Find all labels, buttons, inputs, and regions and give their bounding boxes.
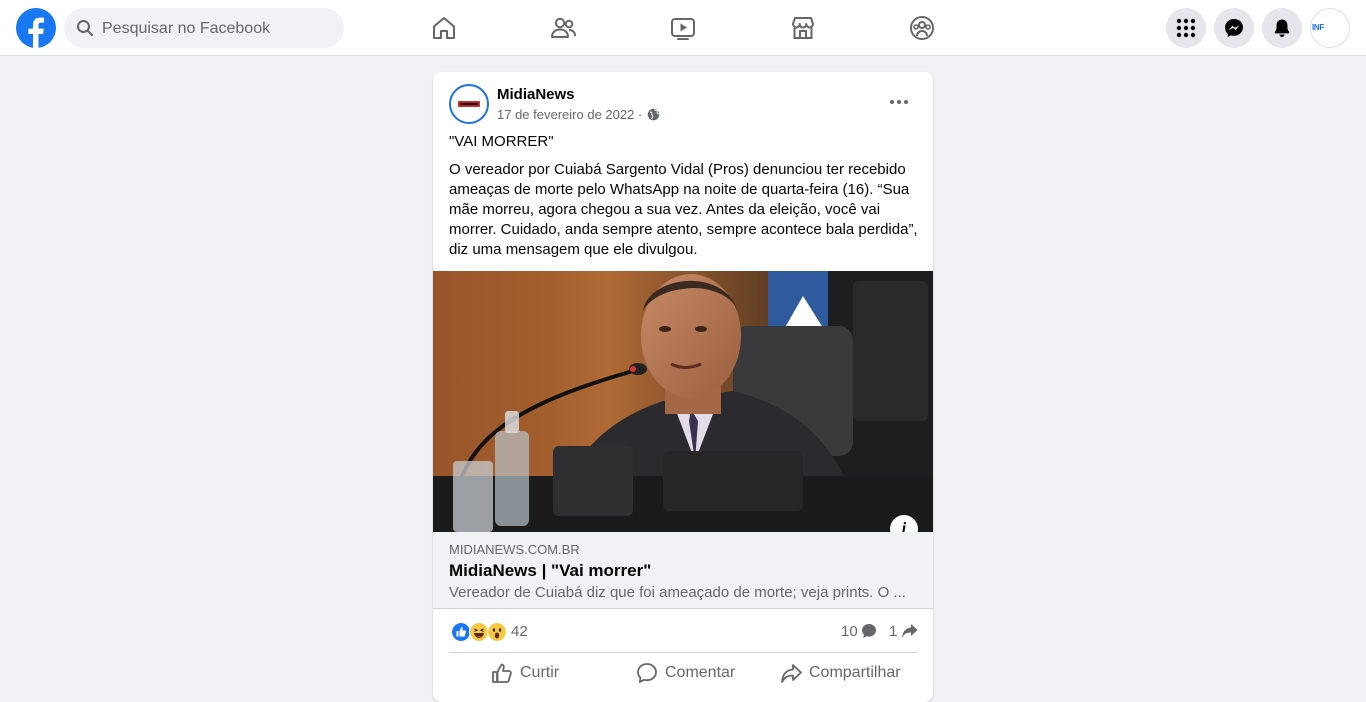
more-options-icon[interactable] (887, 90, 911, 114)
marketplace-icon[interactable] (789, 14, 817, 42)
share-count[interactable]: 1 (889, 623, 897, 640)
actions-divider (449, 652, 917, 653)
photo-image (433, 271, 933, 532)
apps-grid-icon (1176, 18, 1196, 38)
search-input[interactable] (100, 8, 334, 50)
profile-avatar-text: INF (1312, 23, 1324, 32)
post-headline: "VAI MORRER" (449, 133, 554, 150)
link-description: Vereador de Cuiabá diz que foi ameaçado … (449, 584, 906, 601)
reaction-count[interactable]: 42 (511, 623, 528, 640)
share-icon (781, 664, 802, 683)
facebook-logo-icon[interactable] (16, 8, 56, 48)
groups-icon[interactable] (908, 14, 936, 42)
post-timestamp[interactable]: 17 de fevereiro de 2022 · (497, 107, 642, 122)
post-card: MidiaNews 17 de fevereiro de 2022 · "VAI… (433, 72, 933, 702)
reactions-summary[interactable] (451, 622, 517, 642)
link-title: MidiaNews | "Vai morrer" (449, 561, 652, 580)
menu-button[interactable] (1166, 8, 1206, 48)
search-icon (77, 20, 93, 36)
home-icon[interactable] (430, 14, 458, 42)
globe-icon (647, 108, 660, 121)
like-reaction-icon (451, 622, 471, 642)
page-avatar[interactable] (449, 84, 489, 124)
post-photo[interactable] (433, 271, 933, 532)
comment-icon (637, 663, 657, 683)
post-body-text: O vereador por Cuiabá Sargento Vidal (Pr… (449, 161, 918, 258)
notifications-button[interactable] (1262, 8, 1302, 48)
top-navigation-bar: INF (0, 0, 1366, 56)
link-preview[interactable]: MIDIANEWS.COM.BR MidiaNews | "Vai morrer… (433, 532, 933, 609)
friends-icon[interactable] (549, 14, 577, 42)
watch-video-icon[interactable] (669, 14, 697, 42)
like-label: Curtir (520, 664, 560, 681)
share-arrow-icon (902, 624, 918, 638)
search-box[interactable] (64, 8, 344, 50)
comment-count[interactable]: 10 (841, 623, 858, 640)
bell-icon (1274, 19, 1290, 37)
messenger-button[interactable] (1214, 8, 1254, 48)
profile-avatar[interactable]: INF (1310, 8, 1350, 48)
comment-label: Comentar (665, 664, 736, 681)
messenger-icon (1225, 19, 1243, 37)
page-name-link[interactable]: MidiaNews (497, 86, 575, 103)
link-domain: MIDIANEWS.COM.BR (449, 542, 580, 557)
share-label: Compartilhar (809, 664, 901, 681)
haha-reaction-icon (469, 622, 489, 642)
thumbs-up-icon (492, 663, 512, 683)
wow-reaction-icon (487, 622, 507, 642)
comment-bubble-icon (862, 624, 876, 638)
